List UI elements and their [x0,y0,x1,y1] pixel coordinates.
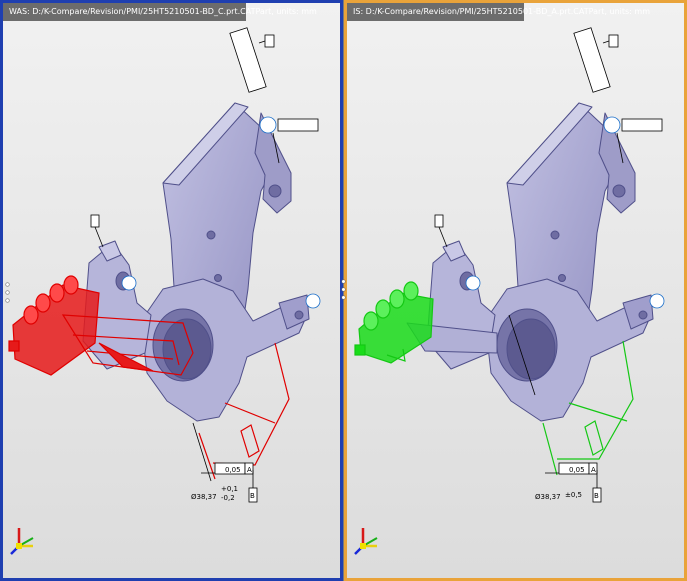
was-3d-model[interactable]: Ø38,37 +0,1 -0,2 0,05 A B [3,3,340,578]
tol-plus-text: +0,1 [221,485,238,493]
tol-minus-text: -0,2 [221,494,235,502]
changed-feature-highlight [8,275,290,480]
is-file-title: IS: D:/K-Compare/Revision/PMI/25HT521050… [347,3,650,21]
was-viewport[interactable]: Ø38,37 +0,1 -0,2 0,05 A B WAS: D:/K-Comp… [0,0,343,581]
datum-b-text: B [250,492,255,500]
tol-pm-text: ±0,5 [565,491,582,499]
tol-value-text: 0,05 [225,466,241,474]
is-viewport[interactable]: Ø38,37 ±0,5 0,05 A B IS: D:/K-Compare/Re… [344,0,687,581]
drag-handle-icon[interactable] [4,279,14,307]
datum-a-text: A [247,466,252,474]
xyz-axis-triad-icon[interactable] [351,524,379,558]
bracket-part [406,102,654,422]
is-3d-model[interactable]: Ø38,37 ±0,5 0,05 A B [347,3,684,578]
dim-diameter-text: Ø38,37 [535,493,561,501]
datum-b-text: B [594,492,599,500]
datum-a-text: A [591,466,596,474]
compare-split-view: Ø38,37 +0,1 -0,2 0,05 A B WAS: D:/K-Comp… [0,0,687,581]
tol-value-text: 0,05 [569,466,585,474]
drag-handle-icon[interactable] [340,276,350,304]
dim-diameter-text: Ø38,37 [191,493,217,501]
was-file-title: WAS: D:/K-Compare/Revision/PMI/25HT52105… [3,3,317,21]
xyz-axis-triad-icon[interactable] [7,524,35,558]
bracket-part [82,102,310,422]
